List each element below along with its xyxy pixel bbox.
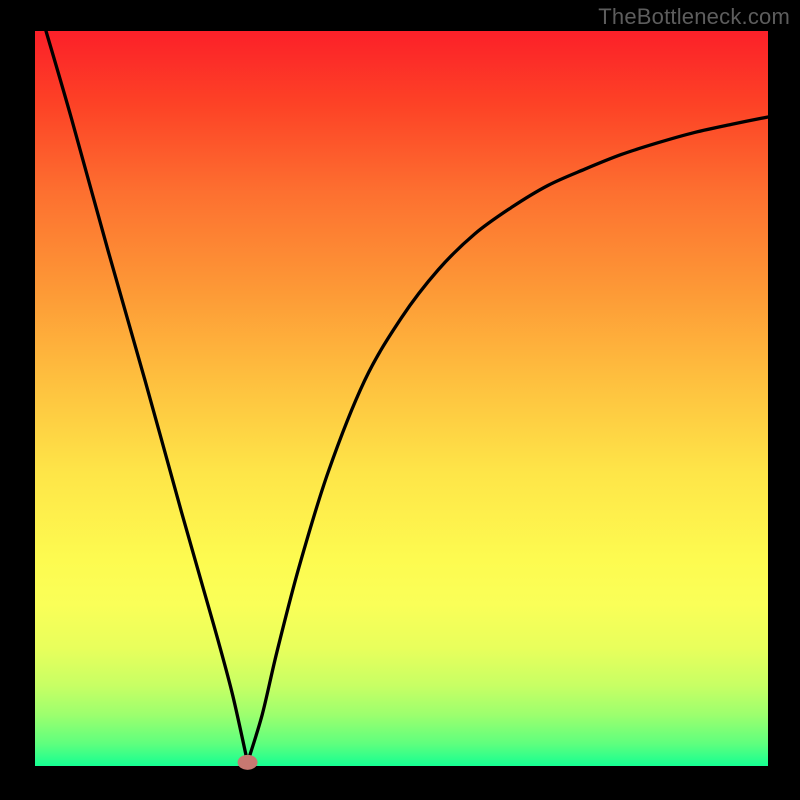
optimal-point-marker [238,755,258,770]
watermark-text: TheBottleneck.com [598,4,790,30]
chart-frame: TheBottleneck.com [0,0,800,800]
plot-area [35,31,768,766]
bottleneck-curve [46,31,768,762]
chart-svg [35,31,768,766]
